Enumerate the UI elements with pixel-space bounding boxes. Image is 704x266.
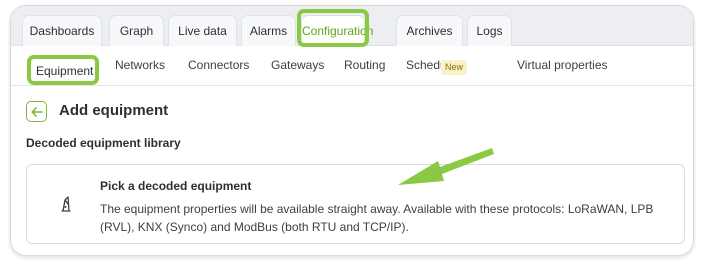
tab-dashboards[interactable]: Dashboards [22,15,102,46]
tab-logs[interactable]: Logs [467,15,512,46]
highlight-configuration [297,9,369,47]
tab-live-data[interactable]: Live data [168,15,237,46]
subnav-networks[interactable]: Networks [115,58,165,72]
tab-archives[interactable]: Archives [396,15,463,46]
subnav-routing[interactable]: Routing [344,58,385,72]
subnav-gateways[interactable]: Gateways [271,58,324,72]
page-title: Add equipment [59,102,169,119]
arrow-left-icon [30,106,43,117]
tab-alarms[interactable]: Alarms [241,15,296,46]
sub-navigation: Networks Connectors Gateways Routing Sch… [11,46,693,86]
card-title: Pick a decoded equipment [100,179,252,193]
app-window: Dashboards Graph Live data Alarms Config… [10,5,694,256]
decoded-equipment-card[interactable]: Pick a decoded equipment The equipment p… [26,164,685,244]
new-badge: New [441,60,468,75]
card-description: The equipment properties will be availab… [100,202,654,234]
section-label: Decoded equipment library [26,136,181,150]
subnav-virtual-properties[interactable]: Virtual properties [517,58,608,72]
subnav-equipment[interactable]: Equipment [36,64,93,78]
tab-graph[interactable]: Graph [109,15,164,46]
back-button[interactable] [26,101,47,122]
decoded-equipment-icon [61,196,71,212]
subnav-connectors[interactable]: Connectors [188,58,249,72]
